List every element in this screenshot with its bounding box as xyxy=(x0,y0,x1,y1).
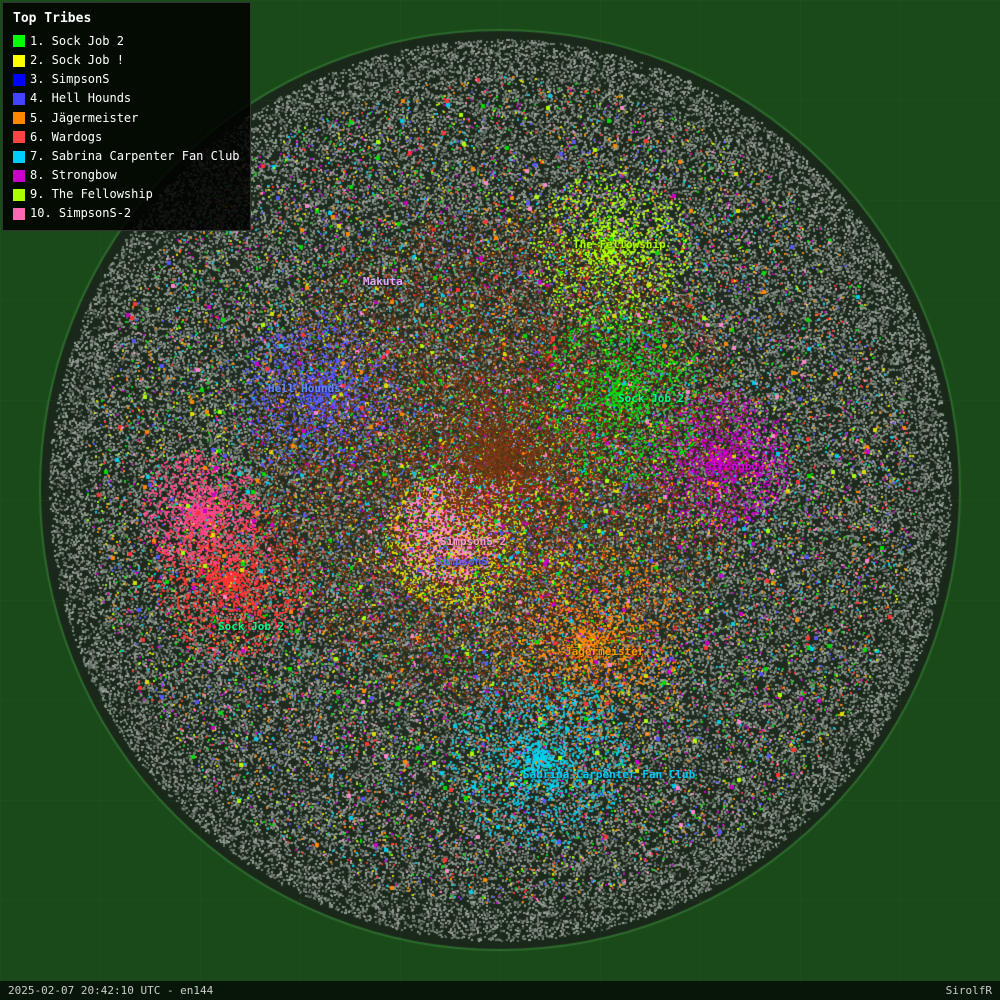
legend-item-label: 3. SimpsonS xyxy=(30,70,109,89)
legend-color-swatch xyxy=(13,112,25,124)
legend-item: 9. The Fellowship xyxy=(13,185,240,204)
legend-color-swatch xyxy=(13,170,25,182)
legend-item: 5. Jägermeister xyxy=(13,109,240,128)
legend-item-label: 4. Hell Hounds xyxy=(30,89,131,108)
legend-color-swatch xyxy=(13,55,25,67)
map-container: Top Tribes 1. Sock Job 2 2. Sock Job ! 3… xyxy=(0,0,1000,1000)
legend-item-label: 5. Jägermeister xyxy=(30,109,138,128)
legend-color-swatch xyxy=(13,74,25,86)
legend-color-swatch xyxy=(13,93,25,105)
legend-item-label: 10. SimpsonS-2 xyxy=(30,204,131,223)
legend-item-label: 7. Sabrina Carpenter Fan Club xyxy=(30,147,240,166)
legend-item: 6. Wardogs xyxy=(13,128,240,147)
legend-item: 2. Sock Job ! xyxy=(13,51,240,70)
legend-color-swatch xyxy=(13,35,25,47)
legend-item-label: 8. Strongbow xyxy=(30,166,117,185)
legend-item-label: 2. Sock Job ! xyxy=(30,51,124,70)
legend-item-label: 9. The Fellowship xyxy=(30,185,153,204)
legend-item-label: 1. Sock Job 2 xyxy=(30,32,124,51)
bottom-bar: 2025-02-07 20:42:10 UTC - en144 SirolfR xyxy=(0,981,1000,1000)
legend-item-label: 6. Wardogs xyxy=(30,128,102,147)
legend-color-swatch xyxy=(13,208,25,220)
legend-item: 1. Sock Job 2 xyxy=(13,32,240,51)
legend-color-swatch xyxy=(13,131,25,143)
credit: SirolfR xyxy=(946,984,992,997)
legend-color-swatch xyxy=(13,151,25,163)
legend: Top Tribes 1. Sock Job 2 2. Sock Job ! 3… xyxy=(2,2,251,231)
legend-item: 8. Strongbow xyxy=(13,166,240,185)
legend-item: 10. SimpsonS-2 xyxy=(13,204,240,223)
legend-items: 1. Sock Job 2 2. Sock Job ! 3. SimpsonS … xyxy=(13,32,240,224)
timestamp: 2025-02-07 20:42:10 UTC - en144 xyxy=(8,984,213,997)
legend-color-swatch xyxy=(13,189,25,201)
legend-item: 7. Sabrina Carpenter Fan Club xyxy=(13,147,240,166)
legend-item: 3. SimpsonS xyxy=(13,70,240,89)
legend-item: 4. Hell Hounds xyxy=(13,89,240,108)
legend-title: Top Tribes xyxy=(13,9,240,30)
